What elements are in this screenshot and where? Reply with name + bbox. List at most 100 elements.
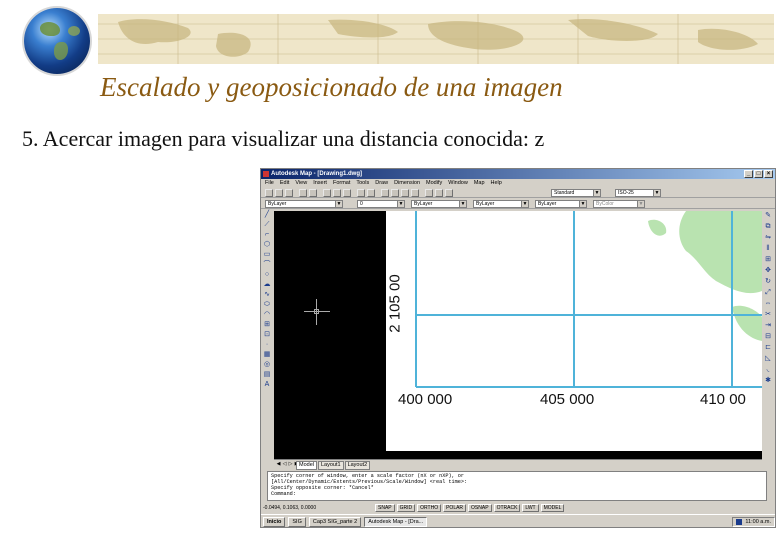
hatch-icon[interactable]: ▦	[263, 351, 271, 359]
help-icon[interactable]	[445, 189, 453, 197]
move-icon[interactable]: ✥	[763, 266, 773, 275]
point-icon[interactable]: ·	[263, 341, 271, 349]
tab-layout1[interactable]: Layout1	[317, 461, 344, 470]
copy-icon[interactable]	[333, 189, 341, 197]
zoom-window-icon[interactable]	[401, 189, 409, 197]
layer-select[interactable]: 0 ▼	[357, 200, 405, 208]
insert-block-icon[interactable]: ⊞	[263, 321, 271, 329]
revision-cloud-icon[interactable]: ☁	[263, 281, 271, 289]
lineweight-select[interactable]: ByLayer ▼	[535, 200, 587, 208]
scale-icon[interactable]: ⤢	[763, 288, 773, 297]
rectangle-icon[interactable]: ▭	[263, 251, 271, 259]
otrack-toggle[interactable]: OTRACK	[493, 504, 521, 512]
open-file-icon[interactable]	[275, 189, 283, 197]
start-button[interactable]: Inicio	[263, 516, 286, 527]
maximize-button[interactable]: □	[754, 170, 763, 178]
linetype-select[interactable]: ByLayer ▼	[473, 200, 529, 208]
circle-icon[interactable]: ○	[263, 271, 271, 279]
zoom-realtime-icon[interactable]	[391, 189, 399, 197]
close-button[interactable]: ×	[764, 170, 773, 178]
line-icon[interactable]: ╱	[263, 211, 271, 219]
task-autodesk-map[interactable]: Autodesk Map - [Dra...	[364, 516, 428, 527]
polygon-icon[interactable]: ⬡	[263, 241, 271, 249]
redo-icon[interactable]	[367, 189, 375, 197]
paste-icon[interactable]	[343, 189, 351, 197]
zoom-previous-icon[interactable]	[411, 189, 419, 197]
task-sig[interactable]: SIG	[288, 516, 306, 527]
ellipse-arc-icon[interactable]: ◠	[263, 311, 271, 319]
preview-icon[interactable]	[309, 189, 317, 197]
title-bar[interactable]: Autodesk Map - [Drawing1.dwg] _ □ ×	[261, 169, 775, 179]
snap-toggle[interactable]: SNAP	[375, 504, 395, 512]
cut-icon[interactable]	[323, 189, 331, 197]
menu-draw[interactable]: Draw	[375, 179, 388, 188]
osnap-toggle[interactable]: OSNAP	[468, 504, 492, 512]
layer-control-select[interactable]: ByLayer ▼	[265, 200, 343, 208]
copy-object-icon[interactable]: ⧉	[763, 222, 773, 231]
print-icon[interactable]	[299, 189, 307, 197]
chamfer-icon[interactable]: ◺	[763, 354, 773, 363]
menu-help[interactable]: Help	[491, 179, 502, 188]
menu-tools[interactable]: Tools	[356, 179, 369, 188]
make-block-icon[interactable]: ⊡	[263, 331, 271, 339]
undo-icon[interactable]	[357, 189, 365, 197]
region-icon[interactable]: ◎	[263, 361, 271, 369]
minimize-button[interactable]: _	[744, 170, 753, 178]
plot-style-select[interactable]: ByColor ▼	[593, 200, 645, 208]
arc-icon[interactable]: ⌒	[263, 261, 271, 269]
multiline-text-icon[interactable]: A	[263, 381, 271, 389]
standard-toolbar: Standard ▼ ISO-25 ▼	[261, 188, 775, 198]
command-window[interactable]: Specify corner of window, enter a scale …	[267, 471, 767, 501]
join-icon[interactable]: ⊏	[763, 343, 773, 352]
design-center-icon[interactable]	[435, 189, 443, 197]
drawing-canvas[interactable]: 400 000 405 000 410 00 2 105 00	[274, 211, 762, 459]
menu-edit[interactable]: Edit	[280, 179, 289, 188]
break-icon[interactable]: ⊟	[763, 332, 773, 341]
menu-dimension[interactable]: Dimension	[394, 179, 420, 188]
polar-toggle[interactable]: POLAR	[443, 504, 467, 512]
offset-icon[interactable]: ⫴	[763, 244, 773, 253]
menu-format[interactable]: Format	[333, 179, 350, 188]
model-toggle[interactable]: MODEL	[540, 504, 565, 512]
extend-icon[interactable]: ⇥	[763, 321, 773, 330]
color-select[interactable]: ByLayer ▼	[411, 200, 467, 208]
construction-line-icon[interactable]: ⟋	[263, 221, 271, 229]
table-icon[interactable]: ▤	[263, 371, 271, 379]
explode-icon[interactable]: ✱	[763, 376, 773, 385]
ellipse-icon[interactable]: ⬭	[263, 301, 271, 309]
menu-window[interactable]: Window	[448, 179, 468, 188]
tab-model[interactable]: Model	[296, 461, 317, 470]
first-tab-arrow-icon[interactable]: ◀	[276, 461, 281, 468]
erase-icon[interactable]: ✎	[763, 211, 773, 220]
pan-icon[interactable]	[381, 189, 389, 197]
trim-icon[interactable]: ✂	[763, 310, 773, 319]
command-prompt[interactable]: Command:	[271, 491, 763, 497]
menu-modify[interactable]: Modify	[426, 179, 442, 188]
grid-label-x2: 405 000	[540, 391, 595, 408]
menu-map[interactable]: Map	[474, 179, 485, 188]
menu-view[interactable]: View	[295, 179, 307, 188]
lwt-toggle[interactable]: LWT	[522, 504, 539, 512]
tab-layout2[interactable]: Layout2	[344, 461, 371, 470]
next-tab-arrow-icon[interactable]: ▷	[288, 461, 293, 468]
array-icon[interactable]: ⊞	[763, 255, 773, 264]
save-icon[interactable]	[285, 189, 293, 197]
grid-toggle[interactable]: GRID	[396, 504, 416, 512]
language-icon[interactable]	[736, 518, 743, 525]
rotate-icon[interactable]: ↻	[763, 277, 773, 286]
polyline-icon[interactable]: ⌐	[263, 231, 271, 239]
plot-style-value: ByColor	[596, 201, 614, 207]
menu-file[interactable]: File	[265, 179, 274, 188]
prev-tab-arrow-icon[interactable]: ◁	[282, 461, 287, 468]
new-file-icon[interactable]	[265, 189, 273, 197]
text-style-select[interactable]: Standard ▼	[551, 189, 601, 197]
spline-icon[interactable]: ∿	[263, 291, 271, 299]
dim-style-select[interactable]: ISO-25 ▼	[615, 189, 661, 197]
task-cap3[interactable]: Cap3 SIG_parte 2	[308, 516, 362, 527]
mirror-icon[interactable]: ⇋	[763, 233, 773, 242]
menu-insert[interactable]: Insert	[313, 179, 327, 188]
fillet-icon[interactable]: ◟	[763, 365, 773, 374]
properties-icon[interactable]	[425, 189, 433, 197]
stretch-icon[interactable]: ⇔	[763, 299, 773, 308]
ortho-toggle[interactable]: ORTHO	[417, 504, 442, 512]
